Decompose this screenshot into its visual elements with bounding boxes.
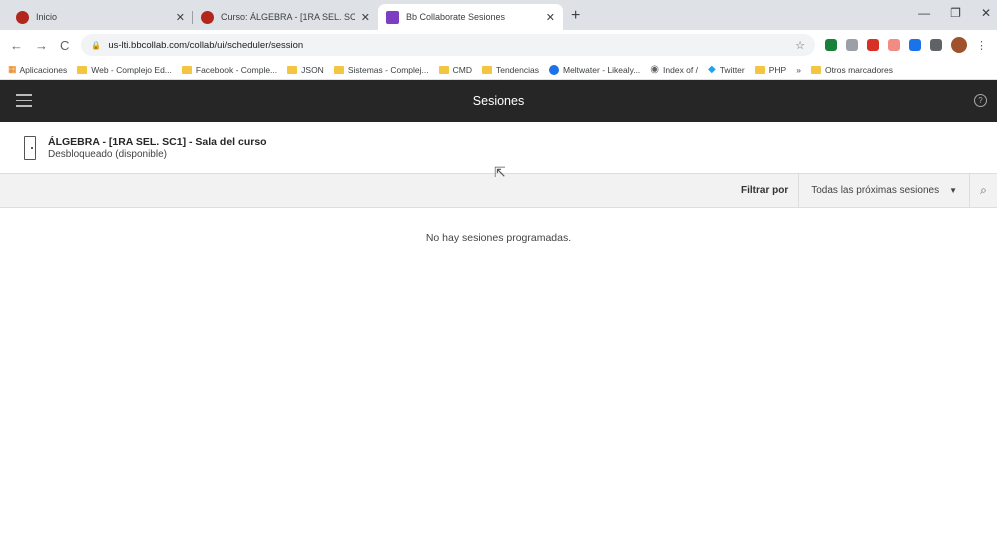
search-icon[interactable]: ⌕: [969, 173, 997, 208]
folder-icon: [77, 65, 88, 74]
bookmark-item[interactable]: Sistemas - Complej...: [333, 65, 429, 75]
bookmark-item[interactable]: Tendencias: [481, 65, 539, 75]
tab-title: Bb Collaborate Sesiones: [406, 12, 506, 22]
folder-icon: [481, 65, 492, 74]
empty-sessions-message: No hay sesiones programadas.: [425, 232, 572, 244]
extension-icon[interactable]: [825, 39, 837, 51]
close-tab-icon[interactable]: ✕: [546, 11, 555, 24]
folder-icon: [810, 65, 821, 74]
hamburger-menu-icon[interactable]: [16, 94, 32, 111]
mouse-pointer-icon: ⇱: [494, 164, 506, 180]
tab-title: Curso: ÁLGEBRA - [1RA SEL. SC1]: [221, 12, 355, 22]
lock-icon: 🔒: [91, 40, 102, 50]
bookmark-overflow[interactable]: »: [796, 65, 801, 75]
folder-icon: [438, 65, 449, 74]
tab-curso[interactable]: Curso: ÁLGEBRA - [1RA SEL. SC1] ✕: [193, 4, 378, 30]
profile-avatar[interactable]: [951, 37, 967, 53]
bookmark-item[interactable]: Meltwater - Likealy...: [548, 64, 640, 75]
extensions: ⋮: [825, 37, 987, 53]
folder-icon: [754, 65, 765, 74]
folder-icon: [287, 65, 298, 74]
moodle-favicon-icon: [16, 10, 29, 24]
reload-icon[interactable]: C: [60, 38, 69, 53]
bookmarks-bar: ▦ Aplicaciones Web - Complejo Ed... Faceb…: [0, 60, 997, 80]
forward-icon[interactable]: →: [35, 38, 48, 53]
globe-icon: ◉: [650, 64, 660, 75]
bookmark-apps[interactable]: ▦ Aplicaciones: [8, 64, 67, 75]
bookmark-item[interactable]: ◉ Index of /: [650, 64, 698, 75]
twitter-icon: ◆: [708, 64, 716, 75]
extension-icon[interactable]: [909, 39, 921, 51]
folder-icon: [181, 65, 192, 74]
bookmark-item[interactable]: JSON: [287, 65, 324, 75]
bookmark-item[interactable]: ◆ Twitter: [708, 64, 745, 75]
tab-strip: Inicio ✕ Curso: ÁLGEBRA - [1RA SEL. SC1]…: [0, 0, 997, 30]
extension-icon[interactable]: [846, 39, 858, 51]
bookmark-item[interactable]: CMD: [438, 65, 472, 75]
door-icon: [24, 135, 36, 160]
back-icon[interactable]: ←: [10, 38, 23, 53]
bookmark-star-icon[interactable]: ☆: [795, 39, 805, 52]
extension-icon[interactable]: [888, 39, 900, 51]
folder-icon: [333, 65, 344, 74]
menu-dots-icon[interactable]: ⋮: [976, 39, 987, 52]
filter-selected-value: Todas las próximas sesiones: [811, 185, 940, 196]
page-title: Sesiones: [472, 94, 525, 108]
course-room-status: Desbloqueado (disponible): [48, 148, 167, 160]
extension-icon[interactable]: [867, 39, 879, 51]
caret-down-icon: ▼: [949, 186, 957, 195]
app-header: Sesiones ?: [0, 80, 997, 122]
bookmark-other[interactable]: Otros marcadores: [810, 65, 893, 75]
course-room-name: ÁLGEBRA - [1RA SEL. SC1] - Sala del curs…: [48, 135, 267, 148]
close-window-icon[interactable]: ✕: [981, 6, 991, 20]
bookmark-item[interactable]: Facebook - Comple...: [181, 65, 277, 75]
filter-label: Filtrar por: [741, 185, 789, 196]
tab-title: Inicio: [36, 12, 58, 22]
close-tab-icon[interactable]: ✕: [176, 11, 185, 24]
filter-select[interactable]: Todas las próximas sesiones ▼: [798, 173, 969, 208]
close-tab-icon[interactable]: ✕: [361, 11, 370, 24]
moodle-favicon-icon: [201, 10, 214, 24]
new-tab-icon[interactable]: +: [571, 7, 580, 25]
minimize-icon[interactable]: —: [918, 6, 930, 20]
browser-window: Inicio ✕ Curso: ÁLGEBRA - [1RA SEL. SC1]…: [0, 0, 997, 537]
tab-inicio[interactable]: Inicio ✕: [8, 4, 193, 30]
url-text: us-lti.bbcollab.com/collab/ui/scheduler/…: [108, 39, 304, 51]
meltwater-icon: [548, 64, 559, 75]
address-bar[interactable]: 🔒 us-lti.bbcollab.com/collab/ui/schedule…: [81, 34, 815, 56]
apps-grid-icon: ▦: [8, 64, 16, 74]
tab-collaborate[interactable]: Bb Collaborate Sesiones ✕: [378, 4, 563, 30]
restore-icon[interactable]: ❐: [950, 6, 961, 20]
help-icon[interactable]: ?: [974, 94, 987, 107]
cast-icon[interactable]: [930, 39, 942, 51]
collaborate-favicon-icon: [386, 10, 399, 24]
bookmark-item[interactable]: PHP: [754, 65, 786, 75]
browser-toolbar: ← → C 🔒 us-lti.bbcollab.com/collab/ui/sc…: [0, 30, 997, 60]
window-controls: — ❐ ✕: [918, 6, 991, 20]
course-room-text: ÁLGEBRA - [1RA SEL. SC1] - Sala del curs…: [48, 136, 267, 160]
bookmark-item[interactable]: Web - Complejo Ed...: [77, 65, 172, 75]
